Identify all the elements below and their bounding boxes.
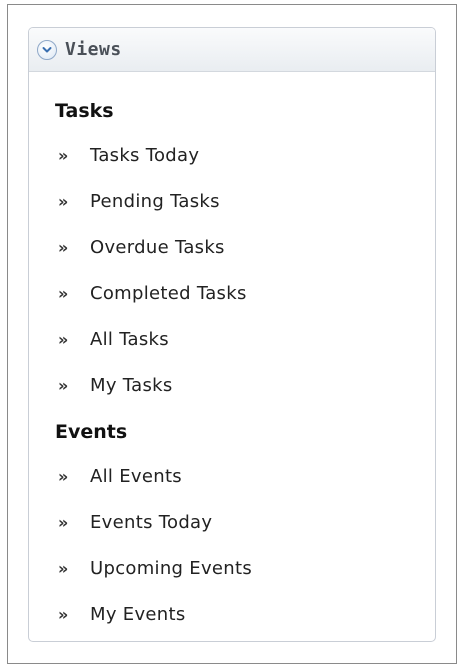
nav-item-tasks-today[interactable]: » Tasks Today xyxy=(58,145,199,166)
nav-item-my-events[interactable]: » My Events xyxy=(58,604,186,625)
nav-item-pending-tasks[interactable]: » Pending Tasks xyxy=(58,191,220,212)
double-chevron-right-icon: » xyxy=(58,283,69,303)
nav-item-label: All Tasks xyxy=(90,329,169,350)
double-chevron-right-icon: » xyxy=(58,512,69,532)
chevron-down-circle-icon[interactable] xyxy=(37,39,57,60)
double-chevron-right-icon: » xyxy=(58,237,69,257)
double-chevron-right-icon: » xyxy=(58,191,69,211)
section-heading-events: Events xyxy=(55,421,128,443)
double-chevron-right-icon: » xyxy=(58,558,69,578)
double-chevron-right-icon: » xyxy=(58,375,69,395)
nav-item-label: Overdue Tasks xyxy=(90,237,225,258)
nav-item-events-today[interactable]: » Events Today xyxy=(58,512,212,533)
nav-item-completed-tasks[interactable]: » Completed Tasks xyxy=(58,283,247,304)
nav-item-label: Tasks Today xyxy=(90,145,200,166)
double-chevron-right-icon: » xyxy=(58,329,69,349)
double-chevron-right-icon: » xyxy=(58,466,69,486)
section-heading-tasks: Tasks xyxy=(55,100,114,122)
double-chevron-right-icon: » xyxy=(58,145,69,165)
panel-title: Views xyxy=(65,39,122,60)
nav-item-label: Completed Tasks xyxy=(90,283,247,304)
nav-item-label: Upcoming Events xyxy=(90,558,253,579)
views-panel: Views Tasks » Tasks Today » Pending Task… xyxy=(28,27,436,642)
nav-item-label: Events Today xyxy=(90,512,213,533)
nav-item-all-events[interactable]: » All Events xyxy=(58,466,182,487)
nav-item-label: Pending Tasks xyxy=(90,191,220,212)
nav-item-label: My Events xyxy=(90,604,186,625)
nav-item-my-tasks[interactable]: » My Tasks xyxy=(58,375,173,396)
nav-item-upcoming-events[interactable]: » Upcoming Events xyxy=(58,558,252,579)
double-chevron-right-icon: » xyxy=(58,604,69,624)
nav-item-label: All Events xyxy=(90,466,182,487)
nav-item-all-tasks[interactable]: » All Tasks xyxy=(58,329,169,350)
panel-header[interactable]: Views xyxy=(29,28,435,72)
nav-item-overdue-tasks[interactable]: » Overdue Tasks xyxy=(58,237,225,258)
nav-item-label: My Tasks xyxy=(90,375,173,396)
